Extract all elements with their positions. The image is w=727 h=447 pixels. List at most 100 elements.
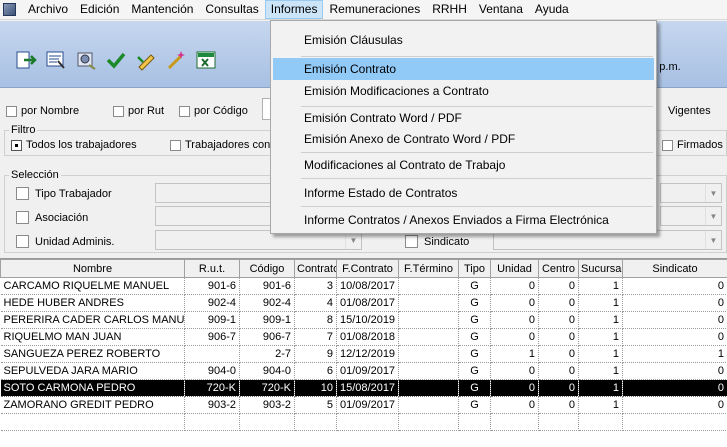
column-header[interactable]: Nombre bbox=[0, 259, 185, 278]
table-cell: ZAMORANO GREDIT PEDRO bbox=[0, 396, 185, 414]
column-header[interactable]: Código bbox=[239, 259, 295, 278]
menuitem-informe-firma-electronica[interactable]: Informe Contratos / Anexos Enviados a Fi… bbox=[273, 209, 654, 231]
chevron-down-icon[interactable]: ▼ bbox=[705, 207, 721, 225]
table-cell bbox=[184, 413, 240, 431]
menuitem-emision-contrato[interactable]: Emisión Contrato bbox=[273, 58, 654, 80]
option-por-rut[interactable]: por Rut bbox=[113, 105, 164, 117]
table-cell: HEDE HUBER ANDRES bbox=[0, 294, 185, 312]
table-cell bbox=[398, 362, 459, 380]
table-cell: 01/09/2017 bbox=[336, 362, 399, 380]
menu-ayuda[interactable]: Ayuda bbox=[529, 0, 575, 19]
option-firmados[interactable]: Firmados bbox=[662, 139, 723, 151]
table-cell: 0 bbox=[490, 396, 539, 414]
checkbox-asociacion[interactable]: Asociación bbox=[16, 211, 88, 224]
excel-icon[interactable] bbox=[194, 48, 218, 72]
table-cell: 0 bbox=[538, 277, 579, 295]
table-cell: 0 bbox=[538, 311, 579, 329]
checkbox-icon[interactable] bbox=[16, 187, 29, 200]
table-cell: 0 bbox=[622, 311, 727, 329]
checkbox-icon[interactable] bbox=[662, 139, 673, 151]
column-header[interactable]: Sucursal bbox=[578, 259, 623, 278]
combo-tipo-trabajador-end[interactable]: ▼ bbox=[660, 183, 722, 203]
table-cell: 5 bbox=[294, 396, 337, 414]
table-cell: G bbox=[458, 362, 491, 380]
column-header[interactable]: Centro bbox=[538, 259, 579, 278]
table-cell: 12/12/2019 bbox=[336, 345, 399, 363]
table-cell: 0 bbox=[622, 379, 727, 397]
option-por-nombre[interactable]: por Nombre bbox=[6, 105, 79, 117]
menu-rrhh[interactable]: RRHH bbox=[426, 0, 473, 19]
table-row[interactable]: RIQUELMO MAN JUAN 906-7 906-7 7 01/08/2018 G 0… bbox=[0, 328, 727, 346]
table-cell: 1 bbox=[622, 345, 727, 363]
column-header[interactable]: F.Término bbox=[398, 259, 459, 278]
menu-mantencion[interactable]: Mantención bbox=[125, 0, 199, 19]
checkbox-icon[interactable] bbox=[405, 235, 418, 248]
menuitem-anexo-word-pdf[interactable]: Emisión Anexo de Contrato Word / PDF bbox=[273, 128, 654, 150]
table-cell: 10 bbox=[294, 379, 337, 397]
column-header[interactable]: Unidad bbox=[490, 259, 539, 278]
menu-consultas[interactable]: Consultas bbox=[199, 0, 264, 19]
menuitem-modificaciones-contrato[interactable]: Modificaciones al Contrato de Trabajo bbox=[273, 154, 654, 176]
combo-tipo-trabajador[interactable] bbox=[155, 183, 275, 203]
table-cell: 904-0 bbox=[184, 362, 240, 380]
menu-informes[interactable]: Informes bbox=[264, 0, 324, 19]
radio-trabajadores-con[interactable]: Trabajadores con bbox=[170, 139, 270, 151]
menuitem-emision-clausulas[interactable]: Emisión Cláusulas bbox=[273, 29, 654, 51]
menuitem-contrato-word-pdf[interactable]: Emisión Contrato Word / PDF bbox=[273, 107, 654, 129]
table-cell: G bbox=[458, 311, 491, 329]
table-cell: 01/08/2018 bbox=[336, 328, 399, 346]
option-por-codigo[interactable]: por Código bbox=[179, 105, 248, 117]
checkbox-tipo-trabajador[interactable]: Tipo Trabajador bbox=[16, 187, 112, 200]
radio-todos-trabajadores[interactable]: Todos los trabajadores bbox=[11, 139, 137, 151]
column-header[interactable]: Contrato bbox=[294, 259, 337, 278]
checkbox-sindicato[interactable]: Sindicato bbox=[405, 235, 469, 248]
table-row[interactable]: ZAMORANO GREDIT PEDRO 903-2 903-2 5 01/09/20… bbox=[0, 396, 727, 414]
column-header[interactable]: Sindicato bbox=[622, 259, 727, 278]
radio-selected-icon[interactable] bbox=[11, 139, 22, 151]
table-cell bbox=[578, 413, 623, 431]
table-cell bbox=[398, 413, 459, 431]
table-cell: 0 bbox=[622, 362, 727, 380]
table-row[interactable]: CARCAMO RIQUELME MANUEL 901-6 901-6 3 10/08/… bbox=[0, 277, 727, 295]
menuitem-informe-estado[interactable]: Informe Estado de Contratos bbox=[273, 182, 654, 204]
radio-icon[interactable] bbox=[170, 139, 181, 151]
combo-asociacion-end[interactable]: ▼ bbox=[660, 206, 722, 226]
table-cell: 0 bbox=[538, 328, 579, 346]
report-icon[interactable] bbox=[44, 48, 68, 72]
table-cell bbox=[490, 413, 539, 431]
menu-remuneraciones[interactable]: Remuneraciones bbox=[323, 0, 426, 19]
checkbox-unidad-adminis[interactable]: Unidad Adminis. bbox=[16, 235, 115, 248]
table-row[interactable]: SANGUEZA PEREZ ROBERTO 2-7 9 12/12/2019 G 1 0 1… bbox=[0, 345, 727, 363]
table-row[interactable]: HEDE HUBER ANDRES 902-4 902-4 4 01/08/2017 G 0… bbox=[0, 294, 727, 312]
chevron-down-icon[interactable]: ▼ bbox=[705, 231, 721, 249]
table-row[interactable] bbox=[0, 413, 727, 431]
table-row[interactable]: SEPULVEDA JARA MARIO 904-0 904-0 6 01/09/201… bbox=[0, 362, 727, 380]
checkbox-icon[interactable] bbox=[16, 211, 29, 224]
checkbox-icon[interactable] bbox=[113, 105, 124, 117]
menuitem-emision-modificaciones[interactable]: Emisión Modificaciones a Contrato bbox=[273, 80, 654, 102]
menu-edicion[interactable]: Edición bbox=[74, 0, 125, 19]
column-header[interactable]: Tipo bbox=[458, 259, 491, 278]
checkbox-icon[interactable] bbox=[179, 105, 190, 117]
table-cell bbox=[398, 345, 459, 363]
magic-wand-icon[interactable] bbox=[164, 48, 188, 72]
table-cell: 01/08/2017 bbox=[336, 294, 399, 312]
table-cell: G bbox=[458, 345, 491, 363]
table-row[interactable]: SOTO CARMONA PEDRO 720-K 720-K 10 15/08/2017… bbox=[0, 379, 727, 397]
checkbox-icon[interactable] bbox=[6, 105, 17, 117]
column-header[interactable]: R.u.t. bbox=[184, 259, 240, 278]
checkmark-icon[interactable] bbox=[104, 48, 128, 72]
exit-icon[interactable] bbox=[14, 48, 38, 72]
workers-table: Nombre R.u.t. Código Contrato F.Contrato F.Té… bbox=[0, 259, 727, 431]
tools-icon[interactable] bbox=[74, 48, 98, 72]
menu-archivo[interactable]: Archivo bbox=[22, 0, 74, 19]
table-row[interactable]: PERERIRA CADER CARLOS MANUE 909-1 909-1 8 15… bbox=[0, 311, 727, 329]
column-header[interactable]: F.Contrato bbox=[336, 259, 399, 278]
edit-pencil-icon[interactable] bbox=[134, 48, 158, 72]
combo-asociacion[interactable] bbox=[155, 206, 275, 226]
menu-ventana[interactable]: Ventana bbox=[473, 0, 529, 19]
checkbox-icon[interactable] bbox=[16, 235, 29, 248]
table-cell: 720-K bbox=[184, 379, 240, 397]
chevron-down-icon[interactable]: ▼ bbox=[705, 184, 721, 202]
table-cell: G bbox=[458, 379, 491, 397]
